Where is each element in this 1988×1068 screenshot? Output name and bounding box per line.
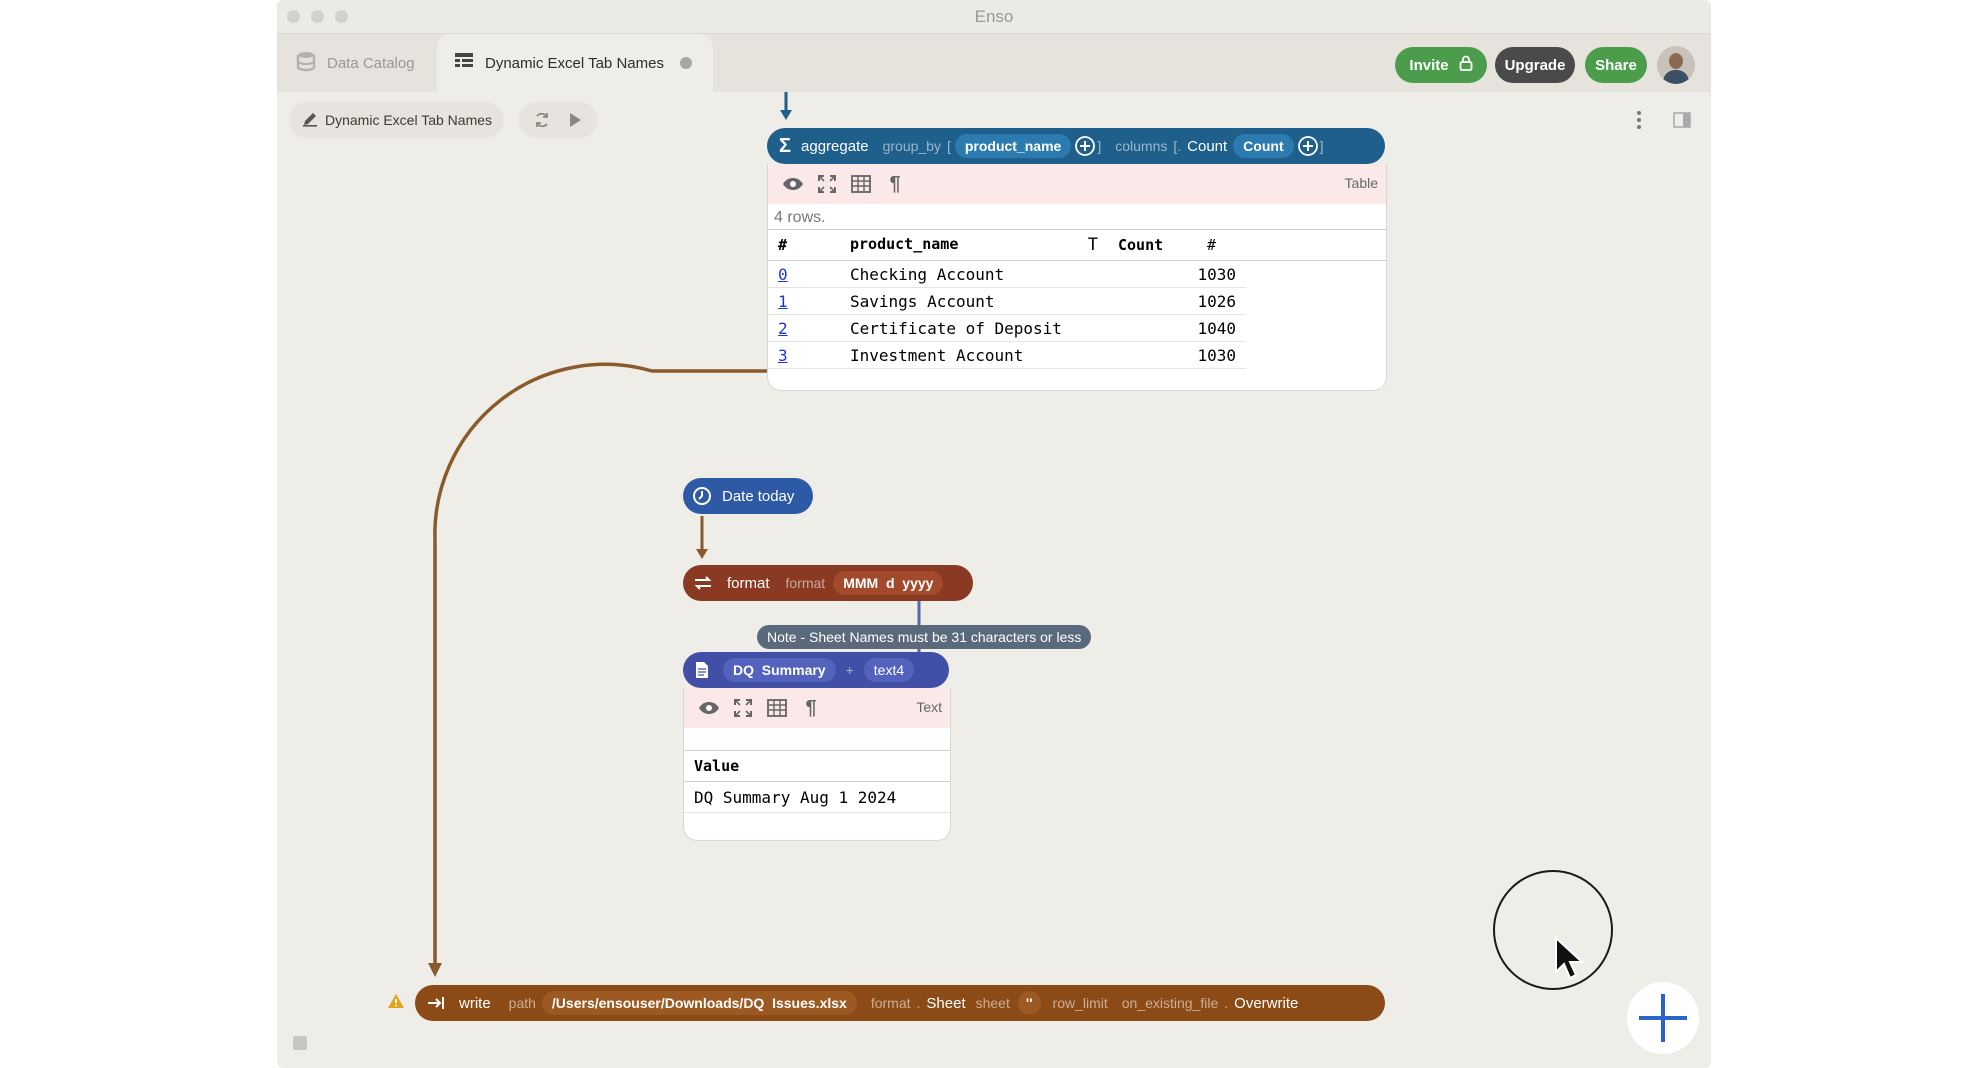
viz-type-label[interactable]: Table	[1345, 175, 1378, 191]
swap-icon	[693, 576, 713, 590]
sigma-icon: Σ	[779, 134, 792, 157]
text-visualization: ¶ Text Value DQ Summary Aug 1 2024	[683, 688, 951, 841]
date-method: today	[757, 487, 795, 505]
format-arg-value[interactable]: MMM d yyyy	[833, 571, 944, 595]
product-name-cell: Investment Account	[850, 345, 1024, 365]
product-name-cell: Savings Account	[850, 291, 995, 311]
group-by-close-bracket: ]	[1097, 138, 1102, 154]
format-method: format	[727, 574, 770, 592]
row-count: 4 rows.	[774, 209, 826, 226]
column-header-index[interactable]: #	[768, 236, 850, 254]
add-column-icon[interactable]	[1297, 136, 1318, 156]
column-header-label: Count	[1118, 236, 1164, 254]
cursor-icon	[1554, 935, 1585, 985]
table-row: 0 Checking Account 1030	[768, 261, 1246, 288]
text-concat-node[interactable]: DQ Summary + text4	[683, 652, 949, 688]
count-cell: 1040	[1197, 318, 1236, 338]
column-header-value[interactable]: Value	[684, 751, 950, 782]
format-arg-name: format	[785, 575, 826, 591]
value-cell: DQ Summary Aug 1 2024	[684, 782, 950, 813]
write-method: write	[459, 994, 491, 1012]
eye-icon[interactable]	[776, 167, 810, 201]
plus-icon	[1635, 990, 1691, 1046]
expand-icon[interactable]	[810, 167, 844, 201]
aggregate-visualization: ¶ Table 4 rows. # product_name T Count # 0…	[767, 164, 1387, 391]
pilcrow-icon[interactable]: ¶	[878, 167, 912, 201]
columns-count-function[interactable]: Count	[1187, 138, 1227, 155]
value-table: Value DQ Summary Aug 1 2024	[684, 750, 950, 813]
columns-count-value[interactable]: Count	[1233, 134, 1294, 158]
warning-icon[interactable]	[387, 993, 405, 1014]
product-name-cell: Checking Account	[850, 264, 1005, 284]
column-header-count[interactable]: Count #	[1110, 236, 1228, 254]
row-index-link[interactable]: 0	[768, 265, 850, 284]
table-row: 2 Certificate of Deposit 1040	[768, 315, 1246, 342]
on-existing-file-dot: .	[1224, 995, 1229, 1011]
grid-icon[interactable]	[844, 167, 878, 201]
format-arg-dot: .	[916, 995, 921, 1011]
count-cell: 1026	[1197, 291, 1236, 311]
path-arg-value[interactable]: /Users/ensouser/Downloads/DQ Issues.xlsx	[541, 991, 857, 1015]
format-arg-value[interactable]: Sheet	[926, 995, 965, 1012]
group-by-value[interactable]: product_name	[954, 134, 1072, 158]
edge-arrow-aggregate	[780, 110, 792, 120]
plus-operator: +	[845, 662, 854, 678]
table-row: 3 Investment Account 1030	[768, 342, 1246, 369]
count-cell: 1030	[1197, 345, 1236, 365]
add-node-button[interactable]	[1627, 982, 1699, 1054]
number-type-icon: #	[1206, 236, 1216, 254]
column-header-label: product_name	[850, 235, 959, 253]
text-literal[interactable]: DQ Summary	[723, 658, 836, 682]
row-limit-arg-name: row_limit	[1052, 995, 1108, 1011]
column-header-product-name[interactable]: product_name T	[850, 235, 1110, 255]
aggregate-method: aggregate	[801, 137, 869, 155]
table-header: # product_name T Count #	[768, 230, 1386, 261]
expand-icon[interactable]	[726, 691, 760, 725]
grid-icon[interactable]	[760, 691, 794, 725]
columns-dot: .	[1177, 138, 1182, 154]
clock-icon	[692, 486, 712, 506]
format-node[interactable]: format format MMM d yyyy	[683, 565, 973, 601]
columns-close-bracket: ]	[1319, 138, 1324, 154]
date-today-node[interactable]: Date today	[683, 478, 813, 514]
columns-arg-name: columns	[1115, 138, 1168, 154]
add-group-by-icon[interactable]	[1075, 136, 1096, 156]
on-existing-file-value[interactable]: Overwrite	[1234, 995, 1298, 1012]
date-type: Date	[722, 487, 754, 505]
sheet-arg-name: sheet	[975, 995, 1010, 1011]
table-body: 0 Checking Account 1030 1 Savings Account 102…	[768, 261, 1386, 369]
pilcrow-icon[interactable]: ¶	[794, 691, 828, 725]
edge-arrow-format	[696, 549, 708, 559]
edge-arrow-write	[428, 963, 442, 977]
row-index-link[interactable]: 2	[768, 319, 850, 338]
cursor-highlight	[1493, 870, 1613, 990]
eye-icon[interactable]	[692, 691, 726, 725]
app-window: Enso Data Catalog Dynamic Excel Tab Name…	[277, 0, 1711, 1068]
text-type-icon: T	[1087, 235, 1098, 255]
table-row: 1 Savings Account 1026	[768, 288, 1246, 315]
count-cell: 1030	[1197, 264, 1236, 284]
aggregate-node[interactable]: Σ aggregate group_by [ product_name ] co…	[767, 128, 1385, 164]
path-arg-name: path	[508, 995, 536, 1011]
row-index-link[interactable]: 1	[768, 292, 850, 311]
format-arg-name: format	[870, 995, 911, 1011]
group-by-open-bracket: [	[946, 138, 951, 154]
group-by-arg-name: group_by	[882, 138, 941, 154]
text-operand[interactable]: text4	[863, 658, 915, 682]
data-table: # product_name T Count # 0 Checking Account…	[768, 229, 1386, 369]
viz-type-label[interactable]: Text	[916, 699, 942, 715]
viz-toolbar: ¶ Table	[768, 164, 1386, 204]
viz-toolbar: ¶ Text	[684, 688, 950, 728]
write-node[interactable]: write path /Users/ensouser/Downloads/DQ …	[415, 985, 1385, 1021]
on-existing-file-arg-name: on_existing_file	[1121, 995, 1219, 1011]
sheet-arg-value[interactable]: ''	[1017, 991, 1041, 1015]
product-name-cell: Certificate of Deposit	[850, 318, 1062, 338]
panel-toggle-icon[interactable]	[293, 1036, 307, 1050]
write-icon	[427, 996, 445, 1010]
row-index-link[interactable]: 3	[768, 346, 850, 365]
node-comment[interactable]: Note - Sheet Names must be 31 characters…	[757, 625, 1092, 649]
document-icon	[695, 661, 709, 679]
